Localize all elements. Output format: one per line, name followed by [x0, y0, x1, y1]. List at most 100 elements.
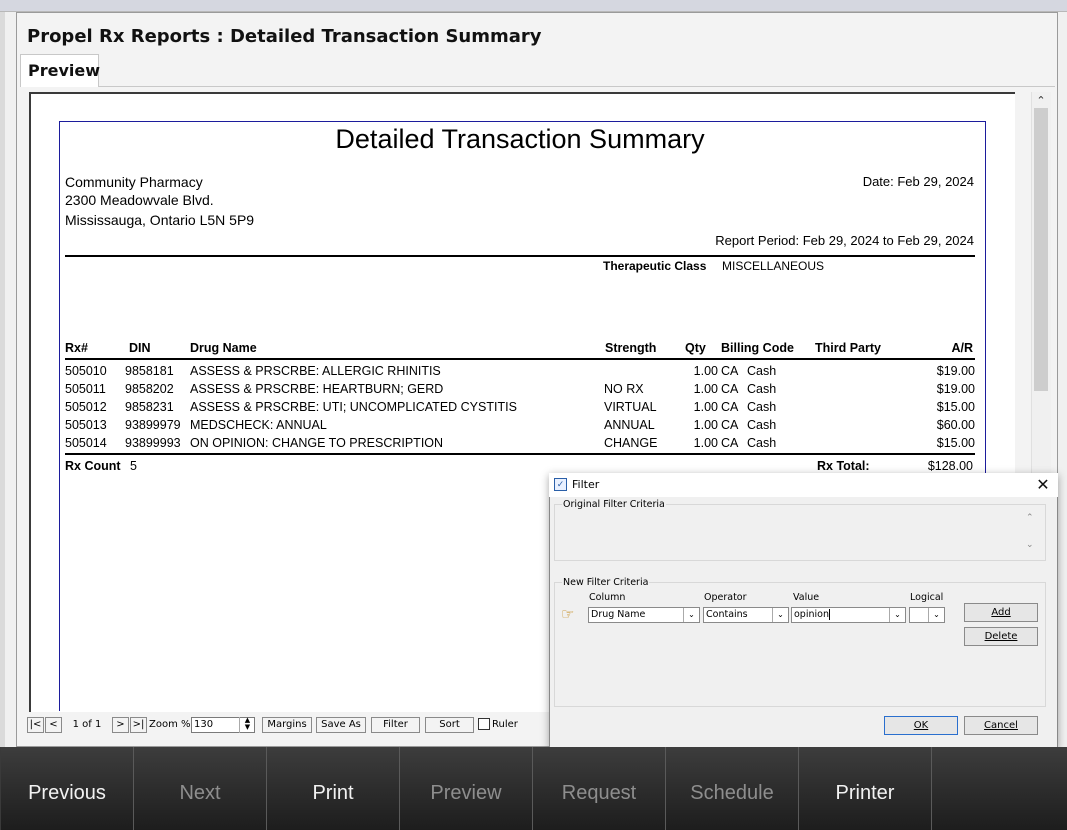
ruler-label: Ruler [492, 719, 518, 730]
value-heading: Value [793, 592, 820, 603]
column-header-drug-name: Drug Name [190, 341, 257, 355]
cell-payer: Cash [747, 436, 777, 450]
column-header-ar: A/R [951, 341, 973, 355]
nav-printer-button[interactable]: Printer [799, 747, 932, 830]
cell-code: CA [721, 436, 739, 450]
last-page-button[interactable]: >| [130, 717, 147, 733]
cell-drug: ASSESS & PRSCRBE: UTI; UNCOMPLICATED CYS… [190, 400, 517, 414]
cell-din: 93899993 [125, 436, 181, 450]
first-page-button[interactable]: |< [27, 717, 44, 733]
rx-count-value: 5 [130, 459, 137, 473]
cell-qty: 1.00 [693, 382, 718, 396]
cell-qty: 1.00 [693, 364, 718, 378]
pharmacy-address-line1: 2300 Meadowvale Blvd. [65, 192, 214, 208]
cell-din: 9858231 [125, 400, 174, 414]
cell-code: CA [721, 400, 739, 414]
ok-button[interactable]: OK [884, 716, 958, 735]
pharmacy-name: Community Pharmacy [65, 174, 203, 190]
nav-preview-button[interactable]: Preview [400, 747, 533, 830]
logical-heading: Logical [910, 592, 944, 603]
column-select-value: Drug Name [591, 609, 646, 620]
cell-qty: 1.00 [693, 418, 718, 432]
operator-heading: Operator [704, 592, 747, 603]
add-button[interactable]: Add [964, 603, 1038, 622]
left-edge [0, 12, 5, 747]
cell-qty: 1.00 [693, 400, 718, 414]
chevron-down-icon[interactable]: ⌄ [683, 608, 699, 622]
cell-rx: 505011 [65, 382, 106, 396]
table-header-rule [65, 358, 975, 360]
cell-drug: ASSESS & PRSCRBE: ALLERGIC RHINITIS [190, 364, 441, 378]
nav-empty-slot [932, 747, 1067, 830]
chevron-down-icon[interactable]: ⌄ [889, 608, 905, 622]
cell-code: CA [721, 382, 739, 396]
close-icon[interactable]: ✕ [1033, 476, 1053, 494]
chevron-down-icon[interactable]: ⌄ [928, 608, 944, 622]
report-date: Date: Feb 29, 2024 [862, 174, 974, 189]
scrollbar-thumb[interactable] [1034, 108, 1048, 391]
cell-payer: Cash [747, 400, 777, 414]
report-period: Report Period: Feb 29, 2024 to Feb 29, 2… [715, 233, 974, 248]
column-header-third-party: Third Party [815, 341, 881, 355]
value-combo-text: opinion [794, 609, 829, 620]
page-indicator: 1 of 1 [72, 719, 102, 730]
column-header-strength: Strength [605, 341, 657, 355]
cell-din: 9858181 [125, 364, 174, 378]
previous-page-button[interactable]: < [45, 717, 62, 733]
cell-ar: $15.00 [936, 400, 975, 414]
pharmacy-address-line2: Mississauga, Ontario L5N 5P9 [65, 212, 255, 228]
cell-rx: 505013 [65, 418, 107, 432]
nav-next-button[interactable]: Next [134, 747, 267, 830]
cell-ar: $19.00 [936, 382, 975, 396]
column-header-din: DIN [129, 341, 151, 355]
rx-total-value: $128.00 [927, 459, 973, 473]
filter-button[interactable]: Filter [371, 717, 420, 733]
cell-rx: 505010 [65, 364, 107, 378]
filter-window-icon: ✓ [554, 478, 567, 491]
save-as-button[interactable]: Save As [316, 717, 366, 733]
operator-select-value: Contains [706, 609, 748, 620]
cell-code: CA [721, 364, 739, 378]
cell-strength: NO RX [604, 382, 644, 396]
filter-dialog-titlebar[interactable] [549, 473, 1058, 497]
cell-ar: $15.00 [936, 436, 975, 450]
tab-preview[interactable]: Preview [20, 54, 100, 87]
nav-previous-button[interactable]: Previous [1, 747, 134, 830]
column-header-billing-code: Billing Code [721, 341, 794, 355]
cell-payer: Cash [747, 418, 777, 432]
nav-request-button[interactable]: Request [533, 747, 666, 830]
cell-drug: MEDSCHECK: ANNUAL [190, 418, 327, 432]
ruler-checkbox[interactable] [478, 718, 490, 730]
cell-qty: 1.00 [693, 436, 718, 450]
filter-dialog-title: Filter [572, 478, 600, 491]
cancel-button[interactable]: Cancel [964, 716, 1038, 735]
next-page-button[interactable]: > [112, 717, 129, 733]
report-title: Detailed Transaction Summary [335, 124, 705, 154]
list-scroll-down-icon[interactable]: ⌄ [1026, 540, 1034, 550]
new-criteria-label: New Filter Criteria [562, 577, 650, 588]
table-footer-rule [65, 453, 975, 455]
window-title: Propel Rx Reports : Detailed Transaction… [27, 26, 542, 47]
cell-strength: VIRTUAL [604, 400, 657, 414]
text-cursor [828, 609, 830, 620]
cell-ar: $19.00 [936, 364, 975, 378]
original-criteria-list [556, 512, 1043, 558]
therapeutic-class-value: MISCELLANEOUS [722, 259, 825, 273]
zoom-spinner-icon[interactable]: ▲ ▼ [239, 717, 255, 733]
chevron-down-icon[interactable]: ⌄ [772, 608, 788, 622]
margins-button[interactable]: Margins [262, 717, 312, 733]
original-criteria-label: Original Filter Criteria [562, 499, 666, 510]
cell-payer: Cash [747, 382, 777, 396]
cell-rx: 505012 [65, 400, 107, 414]
sort-button[interactable]: Sort [425, 717, 474, 733]
list-scroll-up-icon[interactable]: ⌃ [1026, 513, 1034, 523]
nav-schedule-button[interactable]: Schedule [666, 747, 799, 830]
pointing-hand-icon: ☞ [561, 606, 575, 623]
tab-strip [20, 54, 1055, 87]
cell-drug: ON OPINION: CHANGE TO PRESCRIPTION [190, 436, 444, 450]
zoom-label: Zoom %: [149, 719, 194, 730]
rx-total-label: Rx Total: [817, 459, 870, 473]
nav-print-button[interactable]: Print [267, 747, 400, 830]
delete-button[interactable]: Delete [964, 627, 1038, 646]
cell-strength: ANNUAL [604, 418, 655, 432]
